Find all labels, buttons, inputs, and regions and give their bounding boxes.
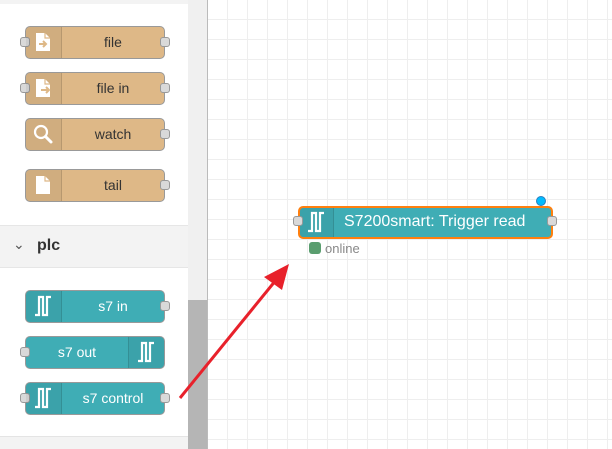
output-port[interactable] <box>160 37 170 47</box>
s7-pulse-icon <box>26 291 62 322</box>
flow-node-input-port[interactable] <box>293 216 303 226</box>
palette-category-strip <box>0 436 188 449</box>
file-out-icon <box>26 27 62 58</box>
palette-scrollbar-thumb[interactable] <box>188 300 207 449</box>
flow-node-output-port[interactable] <box>547 216 557 226</box>
s7-pulse-icon <box>26 383 62 414</box>
palette-node-label: s7 control <box>82 390 144 406</box>
palette-node-label: file in <box>96 80 130 96</box>
palette-node-watch[interactable]: watch <box>25 118 170 151</box>
output-port[interactable] <box>160 180 170 190</box>
palette-node-s7-out[interactable]: s7 out <box>20 336 165 369</box>
palette-node-s7-control[interactable]: s7 control <box>20 382 170 415</box>
palette-category-plc[interactable]: ⌄ plc <box>0 225 188 268</box>
file-icon <box>26 170 62 201</box>
output-port[interactable] <box>160 129 170 139</box>
chevron-down-icon[interactable]: ⌄ <box>13 236 25 253</box>
palette-node-file[interactable]: file <box>20 26 170 59</box>
palette-node-label: s7 in <box>98 298 128 314</box>
palette-node-label: tail <box>104 177 122 193</box>
status-indicator-icon <box>309 242 321 254</box>
category-label: plc <box>37 237 61 254</box>
output-port[interactable] <box>160 301 170 311</box>
palette-node-file-in[interactable]: file in <box>20 72 170 105</box>
palette-category-strip <box>0 0 188 4</box>
palette-node-tail[interactable]: tail <box>25 169 170 202</box>
node-status-text: online <box>325 241 360 256</box>
palette-node-label: s7 out <box>57 344 97 360</box>
node-palette: file file in watch tail ⌄ plc s7 in s7 o… <box>0 0 188 449</box>
flow-node-label: S7200smart: Trigger read <box>344 213 526 230</box>
file-in-icon <box>26 73 62 104</box>
palette-node-label: file <box>104 34 122 50</box>
palette-node-s7-in[interactable]: s7 in <box>25 290 170 323</box>
flow-node-s7200smart-trigger-read[interactable]: S7200smart: Trigger read <box>298 206 553 239</box>
magnifier-icon <box>26 119 62 150</box>
output-port[interactable] <box>160 393 170 403</box>
node-changed-indicator <box>536 196 546 206</box>
s7-pulse-icon <box>128 337 164 368</box>
output-port[interactable] <box>160 83 170 93</box>
palette-node-label: watch <box>94 126 132 142</box>
s7-pulse-icon <box>300 208 334 237</box>
